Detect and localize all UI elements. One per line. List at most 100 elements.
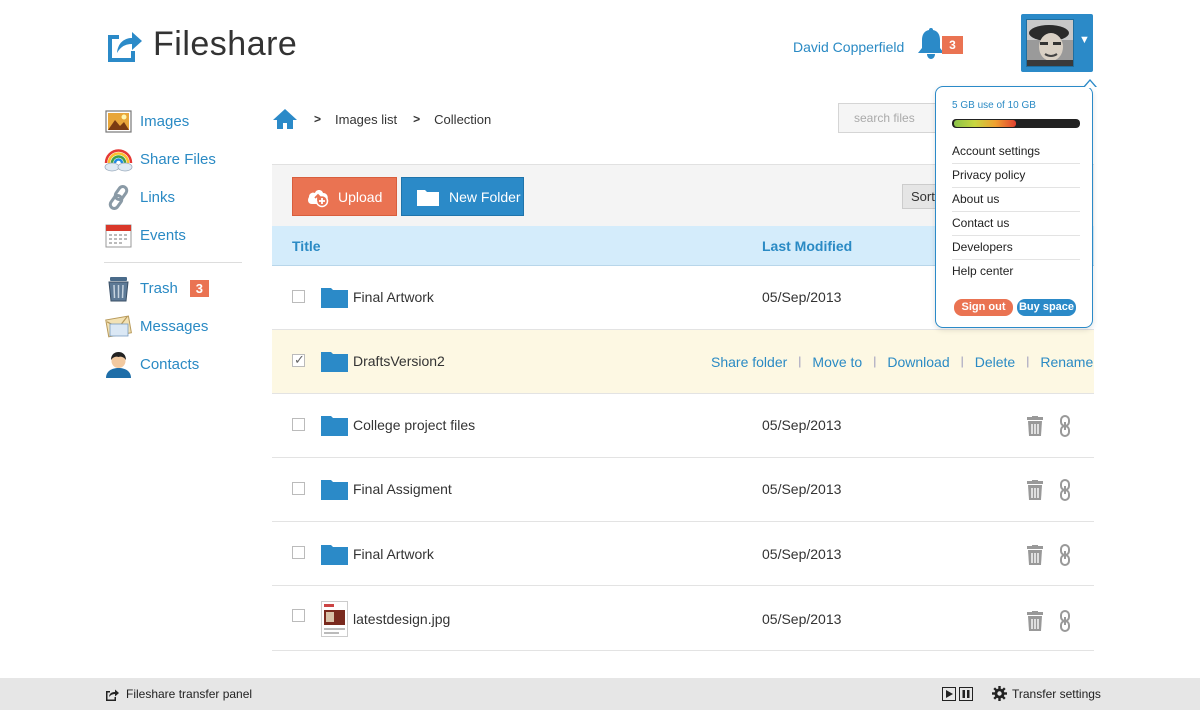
row-checkbox[interactable] <box>292 418 305 431</box>
row-checkbox[interactable] <box>292 609 305 622</box>
file-name[interactable]: DraftsVersion2 <box>353 353 445 369</box>
storage-usage-text: 5 GB use of 10 GB <box>952 100 1036 111</box>
delete-action[interactable]: Delete <box>975 354 1015 370</box>
pause-icon[interactable] <box>959 687 973 701</box>
calendar-icon <box>105 224 132 247</box>
row-checkbox[interactable] <box>292 546 305 559</box>
delete-icon[interactable] <box>1026 480 1044 500</box>
image-file-thumbnail-icon <box>321 601 348 637</box>
link-icon[interactable] <box>1059 610 1071 632</box>
column-header-last-modified[interactable]: Last Modified <box>762 238 852 254</box>
search-input[interactable] <box>838 103 938 133</box>
sidebar-item-trash[interactable]: Trash 3 <box>104 273 244 303</box>
row-checkbox[interactable] <box>292 290 305 303</box>
file-date: 05/Sep/2013 <box>762 289 842 305</box>
sidebar-divider <box>104 262 242 263</box>
sign-out-button[interactable]: Sign out <box>954 299 1013 316</box>
file-name[interactable]: Final Assigment <box>353 481 452 497</box>
buy-space-button[interactable]: Buy space <box>1017 299 1076 316</box>
rainbow-cloud-icon <box>104 148 133 171</box>
breadcrumb-item-current: Collection <box>434 111 492 127</box>
link-icon[interactable] <box>1059 544 1071 566</box>
file-name[interactable]: Final Artwork <box>353 289 434 305</box>
sidebar: Images Share Files Links Events Trash 3 … <box>104 106 244 387</box>
storage-progress-bar <box>952 119 1080 128</box>
gear-icon <box>992 686 1007 701</box>
share-folder-action[interactable]: Share folder <box>711 354 787 370</box>
move-to-action[interactable]: Move to <box>812 354 862 370</box>
menu-item-about-us[interactable]: About us <box>952 188 1080 212</box>
delete-icon[interactable] <box>1026 545 1044 565</box>
envelope-icon <box>105 314 132 337</box>
sidebar-item-share-files[interactable]: Share Files <box>104 144 244 174</box>
chevron-right-icon: > <box>314 112 322 126</box>
action-separator: | <box>960 354 964 368</box>
sidebar-item-label: Share Files <box>140 150 216 168</box>
breadcrumb-item-images-list[interactable]: Images list <box>335 112 397 127</box>
notification-count-badge: 3 <box>942 36 963 54</box>
images-icon <box>105 109 132 133</box>
table-row[interactable]: Final Assigment 05/Sep/2013 <box>272 458 1094 522</box>
storage-progress-fill <box>954 120 1016 127</box>
rename-action[interactable]: Rename <box>1040 354 1093 370</box>
column-header-title[interactable]: Title <box>292 238 321 254</box>
folder-icon <box>321 480 348 500</box>
sidebar-item-images[interactable]: Images <box>104 106 244 136</box>
file-name[interactable]: latestdesign.jpg <box>353 611 450 627</box>
delete-icon[interactable] <box>1026 416 1044 436</box>
account-menu-list: Account settings Privacy policy About us… <box>952 140 1080 284</box>
home-icon[interactable] <box>272 108 298 130</box>
app-logo[interactable]: Fileshare <box>105 25 297 64</box>
sidebar-item-events[interactable]: Events <box>104 220 244 250</box>
file-name[interactable]: Final Artwork <box>353 546 434 562</box>
download-action[interactable]: Download <box>887 354 949 370</box>
trash-bin-icon <box>108 276 129 301</box>
transfer-panel-link[interactable]: Fileshare transfer panel <box>105 687 252 701</box>
table-row[interactable]: Final Artwork 05/Sep/2013 <box>272 522 1094 586</box>
breadcrumb: > Images list > Collection <box>272 106 491 132</box>
transfer-settings-button[interactable]: Transfer settings <box>992 686 1101 701</box>
table-row[interactable]: College project files 05/Sep/2013 <box>272 394 1094 458</box>
upload-button[interactable]: Upload <box>292 177 397 216</box>
table-row-selected[interactable]: DraftsVersion2 Share folder | Move to | … <box>272 330 1094 394</box>
file-date: 05/Sep/2013 <box>762 481 842 497</box>
sidebar-item-label: Links <box>140 188 176 206</box>
row-checkbox[interactable] <box>292 352 305 368</box>
file-date: 05/Sep/2013 <box>762 611 842 627</box>
sidebar-item-messages[interactable]: Messages <box>104 311 244 341</box>
menu-item-contact-us[interactable]: Contact us <box>952 212 1080 236</box>
sidebar-item-label: Trash <box>140 279 178 297</box>
link-icon[interactable] <box>1059 479 1071 501</box>
menu-item-developers[interactable]: Developers <box>952 236 1080 260</box>
action-separator: | <box>1026 354 1030 368</box>
account-menu-button[interactable]: ▼ <box>1021 14 1093 72</box>
share-arrow-logo-icon <box>108 31 142 62</box>
new-folder-button[interactable]: New Folder <box>401 177 524 216</box>
row-checkbox[interactable] <box>292 482 305 495</box>
action-separator: | <box>798 354 802 368</box>
play-icon[interactable] <box>942 687 956 701</box>
delete-icon[interactable] <box>1026 611 1044 631</box>
notifications-button[interactable]: 3 <box>916 26 966 62</box>
sidebar-item-label: Events <box>140 226 186 244</box>
transfer-panel-label: Fileshare transfer panel <box>126 687 253 701</box>
file-date: 05/Sep/2013 <box>762 546 842 562</box>
transfer-footer-bar: Fileshare transfer panel Transfer settin… <box>0 678 1200 710</box>
caret-down-icon: ▼ <box>1079 34 1090 46</box>
folder-icon <box>321 288 348 308</box>
table-row[interactable]: latestdesign.jpg 05/Sep/2013 <box>272 587 1094 651</box>
link-icon[interactable] <box>1059 415 1071 437</box>
new-folder-label: New Folder <box>449 188 521 205</box>
share-arrow-icon <box>106 689 119 701</box>
menu-item-help-center[interactable]: Help center <box>952 260 1080 284</box>
sidebar-item-links[interactable]: Links <box>104 182 244 212</box>
folder-icon <box>321 545 348 565</box>
menu-item-privacy-policy[interactable]: Privacy policy <box>952 164 1080 188</box>
folder-icon <box>321 416 348 436</box>
menu-item-account-settings[interactable]: Account settings <box>952 140 1080 164</box>
file-name[interactable]: College project files <box>353 417 475 433</box>
user-name-link[interactable]: David Copperfield <box>793 39 904 55</box>
upload-label: Upload <box>338 188 383 205</box>
transfer-playback-controls <box>942 687 973 701</box>
sidebar-item-contacts[interactable]: Contacts <box>104 349 244 379</box>
